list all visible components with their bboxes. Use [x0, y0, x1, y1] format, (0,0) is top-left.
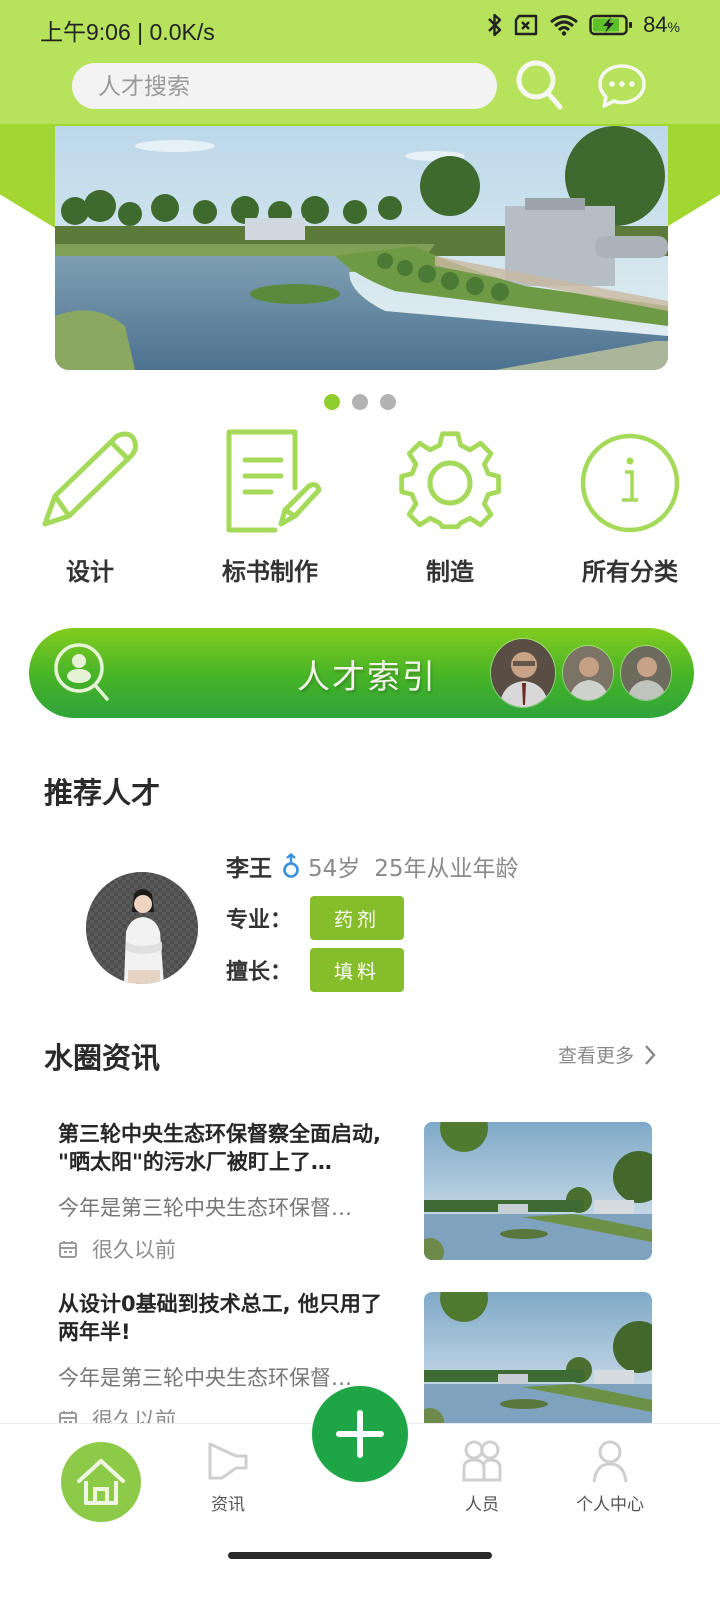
talent-experience: 25年从业年龄	[374, 856, 519, 882]
nav-profile[interactable]: 个人中心	[560, 1438, 660, 1515]
category-design[interactable]: 设计	[0, 428, 180, 587]
news-summary: 今年是第三轮中央生态环保督…	[58, 1196, 352, 1220]
carousel-dot-2[interactable]	[352, 394, 368, 410]
sim-no-signal-icon	[514, 14, 538, 36]
skill-tag: 填料	[310, 948, 404, 992]
category-label: 制造	[426, 558, 474, 586]
talent-info: 李王 54岁 25年从业年龄 专业： 药剂 擅长： 填料	[226, 848, 519, 992]
document-edit-icon	[226, 429, 322, 533]
avatar	[620, 645, 672, 701]
male-gender-icon	[283, 853, 299, 878]
news-item[interactable]: 第三轮中央生态环保督察全面启动, "晒太阳"的污水厂被盯上了… 今年是第三轮中央…	[58, 1120, 658, 1280]
search-button[interactable]	[514, 58, 566, 112]
talent-name: 李王	[226, 856, 272, 882]
news-time: 很久以前	[92, 1238, 176, 1262]
news-meta: 很久以前	[58, 1234, 176, 1264]
carousel-dot-1[interactable]	[324, 394, 340, 410]
add-button[interactable]	[312, 1386, 408, 1482]
talent-index-title: 人才索引	[297, 657, 437, 696]
talent-avatar-group	[490, 638, 672, 708]
view-more-link[interactable]: 查看更多	[558, 1041, 656, 1068]
plus-icon	[336, 1410, 384, 1458]
status-icons: 84%	[487, 12, 680, 38]
avatar	[490, 638, 556, 708]
news-title: 第三轮中央生态环保督察全面启动, "晒太阳"的污水厂被盯上了…	[58, 1122, 381, 1174]
nav-label: 人员	[465, 1495, 499, 1515]
battery-unit: %	[667, 19, 680, 35]
news-title: 从设计0基础到技术总工, 他只用了两年半!	[58, 1292, 382, 1344]
user-icon	[592, 1440, 628, 1483]
news-title-text: 水圈资讯	[44, 1041, 161, 1075]
battery-value: 84	[643, 12, 668, 37]
news-section-title: 水圈资讯	[42, 1035, 161, 1085]
talent-index-button[interactable]: 人才索引	[29, 628, 694, 718]
talent-search-input[interactable]	[72, 63, 497, 109]
category-label: 标书制作	[222, 558, 318, 586]
category-label: 所有分类	[582, 558, 678, 586]
home-indicator-bar[interactable]	[228, 1552, 492, 1559]
nav-home[interactable]	[61, 1442, 141, 1522]
avatar	[562, 645, 614, 701]
pencil-icon	[42, 431, 138, 527]
recommended-section-title: 推荐人才	[42, 770, 161, 820]
category-bid-document[interactable]: 标书制作	[180, 428, 360, 587]
talent-age: 54岁	[308, 856, 361, 882]
major-label: 专业：	[226, 908, 293, 933]
megaphone-icon	[208, 1442, 248, 1480]
people-icon	[462, 1440, 502, 1482]
skill-label: 擅长：	[226, 960, 293, 985]
nav-label: 资讯	[211, 1495, 245, 1515]
nav-people[interactable]: 人员	[432, 1438, 532, 1515]
status-bar: 上午9:06 | 0.0K/s 84%	[0, 0, 720, 56]
banner-carousel[interactable]	[55, 126, 668, 370]
wifi-icon	[550, 15, 579, 36]
news-thumbnail	[424, 1122, 652, 1260]
category-label: 设计	[66, 558, 114, 586]
search-icon	[516, 60, 563, 110]
battery-percentage: 84%	[643, 12, 680, 38]
view-more-label: 查看更多	[558, 1045, 635, 1067]
person-search-icon	[54, 643, 109, 701]
status-time: 上午9:06 | 0.0K/s	[40, 19, 215, 45]
news-thumbnail	[424, 1292, 652, 1430]
recommended-title-text: 推荐人才	[44, 776, 161, 810]
battery-charging-icon	[589, 14, 633, 36]
talent-avatar	[86, 872, 198, 984]
gear-icon	[399, 431, 501, 530]
bluetooth-icon	[488, 13, 502, 37]
chat-bubble-icon	[598, 64, 646, 108]
chevron-right-icon	[645, 1044, 656, 1065]
major-tag: 药剂	[310, 896, 404, 940]
home-icon	[77, 1459, 125, 1505]
carousel-indicators	[0, 394, 720, 410]
nav-news[interactable]: 资讯	[178, 1438, 278, 1515]
carousel-dot-3[interactable]	[380, 394, 396, 410]
category-manufacturing[interactable]: 制造	[360, 428, 540, 587]
category-grid: 设计 标书制作 制造 所有分类	[0, 428, 720, 587]
message-button[interactable]	[596, 62, 648, 110]
banner-image	[55, 126, 668, 370]
recommended-talent-card[interactable]: 李王 54岁 25年从业年龄 专业： 药剂 擅长： 填料	[84, 848, 644, 992]
category-all[interactable]: 所有分类	[540, 428, 720, 587]
calendar-icon	[59, 1241, 77, 1258]
nav-label: 个人中心	[576, 1495, 644, 1515]
info-icon	[580, 433, 680, 533]
